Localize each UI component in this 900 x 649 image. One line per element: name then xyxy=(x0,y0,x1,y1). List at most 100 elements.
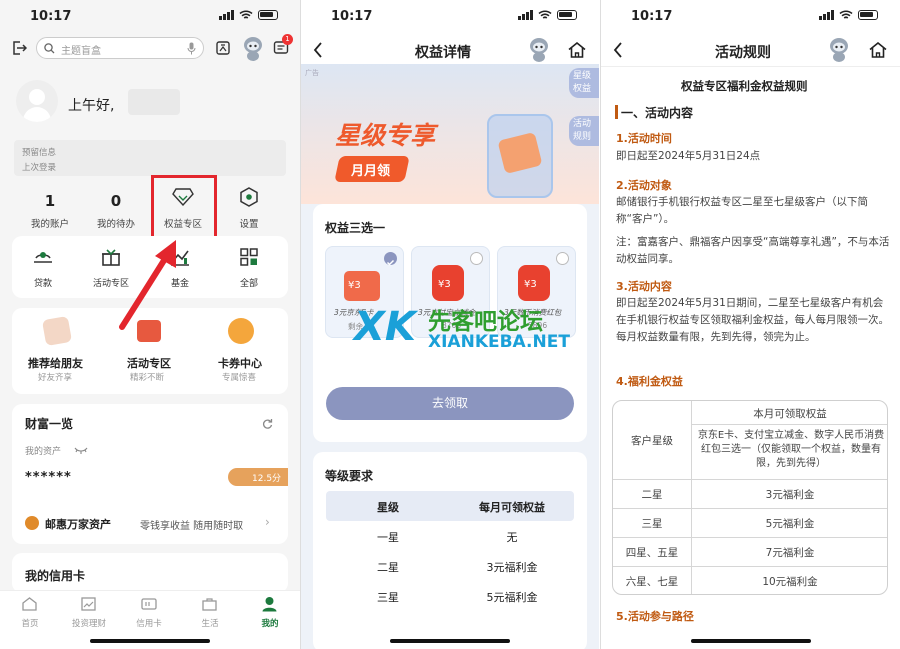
side-label-star-rights: 星级权益 xyxy=(573,71,592,94)
battery-icon xyxy=(858,10,878,20)
status-bar: 10:17 xyxy=(601,0,900,34)
account-label: 我的账户 xyxy=(30,219,69,230)
side-label-rules: 活动规则 xyxy=(573,119,592,142)
apps-icon xyxy=(240,248,258,266)
refresh-icon[interactable] xyxy=(262,418,273,429)
battery-icon xyxy=(258,10,278,20)
card-icon xyxy=(141,598,157,610)
masked-assets: ****** xyxy=(25,470,72,485)
cell-level: 六星、七星 xyxy=(625,576,679,588)
page-title: 活动规则 xyxy=(715,45,771,61)
robot-assistant-icon[interactable] xyxy=(240,34,266,62)
table-header: 星级 每月可领权益 xyxy=(326,491,574,521)
status-icons xyxy=(518,10,577,20)
cell-level: 三星 xyxy=(641,518,663,530)
youhui-desc: 零钱享收益 随用随时取 xyxy=(140,521,244,532)
scan-icon[interactable] xyxy=(214,39,232,57)
table-row: 一星 无 xyxy=(326,521,574,551)
header-level: 星级 xyxy=(377,501,399,514)
todo-count: 0 xyxy=(110,192,122,210)
choice-coin: ¥3 xyxy=(348,280,361,291)
rule-title: 权益专区福利金权益规则 xyxy=(681,79,808,93)
promo-title-refer: 推荐给朋友 xyxy=(28,357,83,370)
back-icon[interactable] xyxy=(313,42,323,58)
search-input[interactable]: 主题盲盒 xyxy=(36,37,204,59)
signal-icon xyxy=(819,10,834,20)
check-icon xyxy=(386,259,395,266)
signal-icon xyxy=(518,10,533,20)
battery-icon xyxy=(557,10,577,20)
table-row: 三星 5元福利金 xyxy=(613,508,887,537)
chevron-right-icon: › xyxy=(265,515,270,529)
greeting-text: 上午好, xyxy=(68,98,115,114)
home-indicator xyxy=(690,639,811,643)
settings-label: 设置 xyxy=(239,219,259,230)
cell-rights: 5元福利金 xyxy=(765,518,815,530)
eye-closed-icon[interactable] xyxy=(74,447,88,454)
banner-title: 星级专享 xyxy=(335,121,436,150)
settings-icon xyxy=(240,187,258,207)
home-indicator xyxy=(90,639,210,643)
credit-card-title: 我的信用卡 xyxy=(25,569,86,583)
phone-gift-icon xyxy=(41,315,73,347)
score-value: 12.5分 xyxy=(252,474,282,484)
side-button-rules[interactable]: 活动规则 xyxy=(569,116,599,146)
wealth-title: 财富一览 xyxy=(25,417,74,431)
cell-rights: 3元福利金 xyxy=(486,561,538,574)
my-assets-label: 我的资产 xyxy=(25,447,62,457)
level-table: 星级 每月可领权益 一星 无 二星 3元福利金 三星 5元福利金 xyxy=(326,491,574,611)
wifi-icon xyxy=(839,10,853,19)
logout-icon[interactable] xyxy=(10,39,28,57)
message-icon[interactable]: 1 xyxy=(272,34,293,57)
rule-body-content: 即日起至2024年5月31日期间，二星至七星级客户有机会在手机银行权益专区领取福… xyxy=(616,297,889,343)
nav-divider xyxy=(601,66,900,67)
grid-label-loan: 贷款 xyxy=(33,279,52,289)
last-login-label: 上次登录 xyxy=(22,163,57,173)
cell-level: 一星 xyxy=(377,531,399,544)
status-icons xyxy=(819,10,878,20)
promo-title-coupon: 卡券中心 xyxy=(218,357,262,370)
status-bar: 10:17 xyxy=(301,0,599,34)
rule-note-target: 注：富嘉客户、鼎福客户因享受“高端尊享礼遇”，不与本活动权益同享。 xyxy=(616,236,890,265)
table-row: 二星 3元福利金 xyxy=(326,551,574,581)
home-icon xyxy=(22,597,37,611)
todo-label: 我的待办 xyxy=(96,219,135,230)
side-button-star-rights[interactable]: 星级权益 xyxy=(569,68,599,98)
section-marker xyxy=(615,105,618,119)
rule-head-content: 3.活动内容 xyxy=(616,280,672,293)
robot-assistant-icon[interactable] xyxy=(527,36,551,62)
promo-banner[interactable]: 广告 星级专享 月月领 xyxy=(301,64,599,204)
table-col2-header: 本月可领取权益 xyxy=(753,408,827,420)
cell-rights: 无 xyxy=(506,531,518,544)
table-row: 三星 5元福利金 xyxy=(326,581,574,611)
tab-label-home: 首页 xyxy=(21,619,39,629)
coupon-icon xyxy=(228,318,254,344)
score-badge[interactable]: 12.5分 xyxy=(228,468,288,486)
status-time: 10:17 xyxy=(631,9,673,24)
robot-assistant-icon[interactable] xyxy=(827,36,851,62)
masked-username xyxy=(128,89,180,115)
home-icon[interactable] xyxy=(869,42,887,58)
tab-label-life: 生活 xyxy=(201,619,219,629)
status-icons xyxy=(219,10,278,20)
youhui-title: 邮惠万家资产 xyxy=(45,518,111,531)
watermark-logo: XK xyxy=(354,304,416,350)
message-badge: 1 xyxy=(282,34,293,45)
avatar[interactable] xyxy=(16,80,58,122)
cell-rights: 10元福利金 xyxy=(762,576,818,588)
radio-unchecked[interactable] xyxy=(556,252,569,265)
cell-level: 三星 xyxy=(377,591,399,604)
table-row: 四星、五星 7元福利金 xyxy=(613,537,887,566)
wifi-icon xyxy=(239,10,253,19)
grid-label-all: 全部 xyxy=(239,279,258,289)
claim-button[interactable]: 去领取 xyxy=(326,387,574,420)
mic-icon[interactable] xyxy=(187,42,196,55)
watermark: XK 先客吧论坛 XIANKEBA.NET xyxy=(354,302,584,362)
radio-unchecked[interactable] xyxy=(470,252,483,265)
tab-label-invest: 投资理财 xyxy=(71,619,106,629)
home-icon[interactable] xyxy=(568,42,586,58)
cell-rights: 5元福利金 xyxy=(486,591,538,604)
back-icon[interactable] xyxy=(613,42,623,58)
radio-checked[interactable] xyxy=(384,252,397,266)
table-col1-header: 客户星级 xyxy=(631,435,673,447)
